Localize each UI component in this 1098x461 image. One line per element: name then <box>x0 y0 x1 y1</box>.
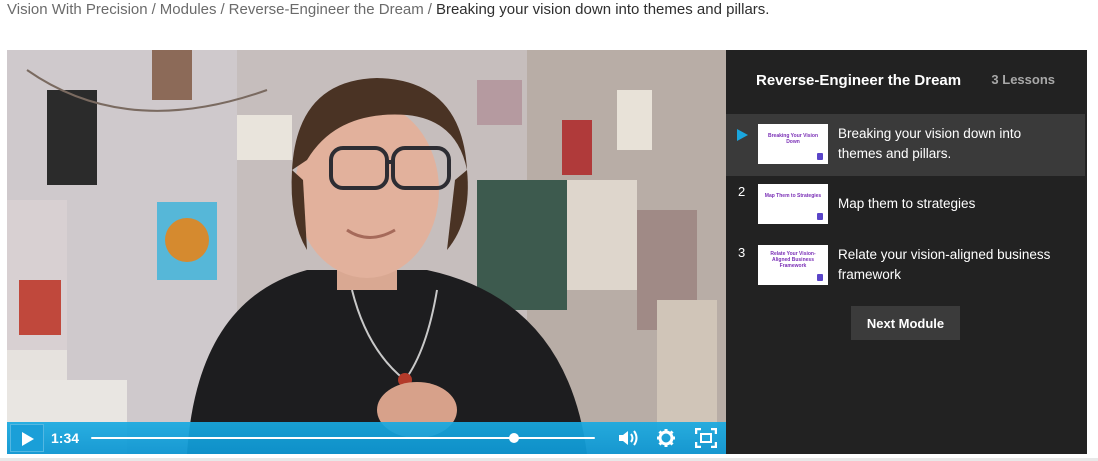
video-frame <box>7 50 726 454</box>
video-controls: 1:34 <box>7 422 726 454</box>
current-time: 1:34 <box>51 430 80 446</box>
lesson-title: Relate your vision-aligned business fram… <box>838 247 1051 282</box>
now-playing-icon <box>737 129 748 141</box>
play-icon <box>22 432 34 446</box>
breadcrumb-separator: / <box>151 1 156 18</box>
brand-mark-icon <box>817 213 823 220</box>
fullscreen-icon[interactable] <box>695 428 717 448</box>
lesson-number: 3 <box>738 245 746 260</box>
next-module-button[interactable]: Next Module <box>851 306 960 340</box>
progress-handle[interactable] <box>509 433 520 443</box>
lesson-item[interactable]: 2 Map Them to Strategies Map them to str… <box>726 174 1085 236</box>
module-sidebar: Reverse-Engineer the Dream 3 Lessons Bre… <box>726 50 1087 454</box>
settings-gear-icon[interactable] <box>655 428 677 448</box>
lesson-thumbnail-text: Breaking Your Vision Down <box>767 133 818 145</box>
progress-track[interactable] <box>91 437 595 439</box>
play-button[interactable] <box>10 424 44 452</box>
volume-icon[interactable] <box>617 428 639 448</box>
lesson-count: 3 Lessons <box>991 72 1055 87</box>
lesson-title: Map them to strategies <box>838 196 976 211</box>
lesson-thumbnail: Map Them to Strategies <box>758 184 828 224</box>
lesson-title: Breaking your vision down into themes an… <box>838 126 1022 161</box>
lesson-thumbnail: Breaking Your Vision Down <box>758 124 828 164</box>
video-player[interactable]: 1:34 <box>7 50 726 454</box>
breadcrumb-link-module[interactable]: Reverse-Engineer the Dream <box>229 1 424 18</box>
breadcrumb-link-modules[interactable]: Modules <box>160 1 217 18</box>
breadcrumb-link-course[interactable]: Vision With Precision <box>7 1 148 18</box>
breadcrumb-separator: / <box>427 1 432 18</box>
breadcrumb-current: Breaking your vision down into themes an… <box>435 1 770 18</box>
breadcrumb-separator: / <box>220 1 225 18</box>
breadcrumb: Vision With Precision / Modules / Reverse-En… <box>7 1 769 18</box>
lesson-thumbnail: Relate Your Vision-Aligned Business Fram… <box>758 245 828 285</box>
lesson-number: 2 <box>738 184 746 199</box>
lesson-item[interactable]: 3 Relate Your Vision-Aligned Business Fr… <box>726 235 1085 297</box>
brand-mark-icon <box>817 153 823 160</box>
brand-mark-icon <box>817 274 823 281</box>
lesson-item[interactable]: Breaking Your Vision Down Breaking your … <box>726 114 1085 176</box>
lesson-thumbnail-text: Relate Your Vision-Aligned Business Fram… <box>770 251 816 269</box>
lesson-thumbnail-text: Map Them to Strategies <box>764 193 822 199</box>
module-title: Reverse-Engineer the Dream <box>756 72 962 89</box>
